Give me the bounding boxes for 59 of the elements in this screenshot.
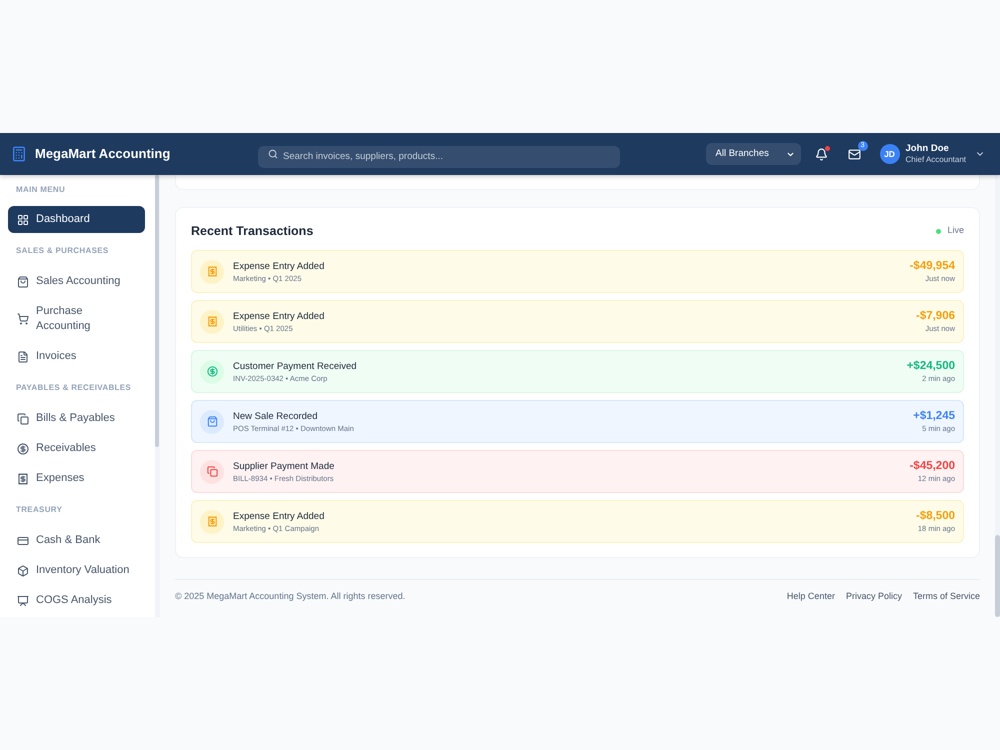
nav-item[interactable]: Invoices	[8, 343, 145, 370]
calculator-icon	[11, 146, 27, 162]
section-heading: MAIN MENU	[15, 184, 66, 196]
transaction-amount: +$1,245	[913, 409, 955, 424]
transaction-amount: -$49,954	[910, 259, 955, 274]
credit-card-icon	[17, 534, 29, 546]
footer-link[interactable]: Privacy Policy	[846, 590, 902, 602]
dollar-coin-icon	[200, 360, 224, 384]
receipt-icon	[200, 510, 224, 534]
box-icon	[17, 564, 29, 576]
section-heading: TREASURY	[15, 504, 64, 516]
nav-item[interactable]: Receivables	[8, 435, 145, 462]
user-name: John Doe	[906, 143, 950, 155]
receipt-icon	[17, 472, 29, 484]
nav-item[interactable]: Expenses	[8, 465, 145, 492]
search-icon	[268, 149, 278, 159]
nav-item[interactable]: Sales Accounting	[8, 268, 145, 295]
section-heading: SALES & PURCHASES	[15, 245, 110, 257]
dollar-coin-icon	[17, 442, 29, 454]
presentation-board-icon	[17, 594, 29, 606]
document-icon	[17, 350, 29, 362]
nav-item[interactable]: Inventory Valuation	[8, 557, 145, 584]
transaction-amount: -$8,500	[916, 509, 955, 524]
transaction-amount: +$24,500	[906, 359, 955, 374]
transaction-title: Customer Payment Received	[233, 360, 358, 372]
transaction-title: New Sale Recorded	[233, 410, 318, 422]
nav-item[interactable]: Purchase Accounting	[8, 298, 145, 340]
section-heading: PAYABLES & RECEIVABLES	[15, 382, 132, 394]
transaction-title: Expense Entry Added	[233, 510, 326, 522]
card-title: Recent Transactions	[191, 222, 314, 240]
avatar[interactable]: JD	[880, 144, 900, 164]
overlapping-squares-icon	[200, 460, 224, 484]
transaction-title: Expense Entry Added	[233, 310, 326, 322]
receipt-icon	[200, 310, 224, 334]
brand-name: MegaMart Accounting	[35, 145, 170, 164]
nav-item[interactable]: COGS Analysis	[8, 587, 145, 614]
transaction-amount: -$7,906	[916, 309, 955, 324]
transaction-amount: -$45,200	[910, 459, 955, 474]
cart-icon	[17, 313, 29, 325]
shopping-bag-icon	[17, 276, 29, 288]
copyright-text: © 2025 MegaMart Accounting System. All rights reserved.	[175, 590, 406, 602]
shopping-bag-icon	[200, 410, 224, 434]
receipt-icon	[200, 260, 224, 284]
scrollbar-thumb[interactable]	[995, 535, 1000, 617]
branch-select[interactable]: All Branches	[706, 143, 801, 165]
scrollbar-thumb[interactable]	[155, 175, 159, 447]
nav-item[interactable]: Dashboard	[8, 206, 145, 233]
footer-link[interactable]: Help Center	[786, 590, 835, 602]
live-label: Live	[947, 224, 964, 238]
transaction-title: Expense Entry Added	[233, 260, 326, 272]
bell-icon[interactable]	[814, 148, 828, 160]
nav-item[interactable]: Bills & Payables	[8, 405, 145, 432]
grid-icon	[17, 214, 29, 226]
transaction-title: Supplier Payment Made	[233, 460, 336, 472]
envelope-icon[interactable]	[848, 148, 861, 160]
user-role: Chief Accountant	[906, 155, 966, 165]
overlapping-squares-icon	[17, 412, 29, 424]
nav-item[interactable]: Cash & Bank	[8, 527, 145, 554]
footer-link[interactable]: Terms of Service	[912, 590, 980, 602]
